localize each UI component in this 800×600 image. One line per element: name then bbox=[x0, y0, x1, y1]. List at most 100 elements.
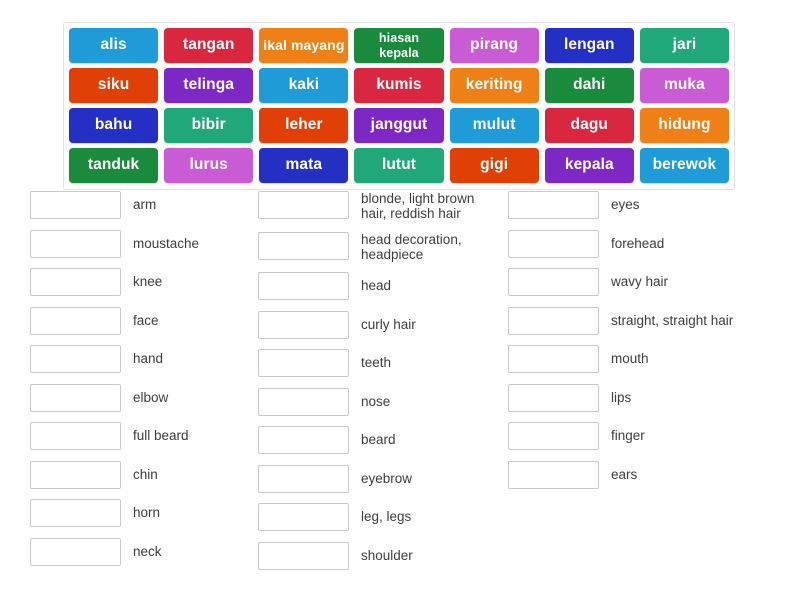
answer-item: ears bbox=[508, 460, 800, 489]
word-tile[interactable]: lurus bbox=[164, 148, 254, 183]
answer-label: blonde, light brown hair, reddish hair bbox=[361, 191, 475, 221]
word-tile[interactable]: lengan bbox=[544, 28, 634, 63]
word-tile[interactable]: hidung bbox=[639, 108, 729, 143]
answer-drop-slot[interactable] bbox=[30, 345, 121, 373]
answer-label: teeth bbox=[361, 355, 392, 370]
answer-label: straight, straight hair bbox=[611, 312, 734, 328]
answer-label: leg, legs bbox=[361, 509, 412, 524]
answer-drop-slot[interactable] bbox=[30, 191, 121, 219]
word-tile[interactable]: muka bbox=[639, 68, 729, 103]
answer-item: eyes bbox=[508, 191, 800, 219]
answer-item: forehead bbox=[508, 229, 800, 258]
answer-item: head decoration, headpiece bbox=[258, 231, 503, 262]
word-tile[interactable]: kaki bbox=[259, 68, 349, 103]
word-tile[interactable]: jari bbox=[639, 28, 729, 63]
answer-drop-slot[interactable] bbox=[30, 229, 121, 258]
answer-label: lips bbox=[611, 389, 632, 405]
word-tile[interactable]: ikal mayang bbox=[259, 28, 349, 63]
answer-drop-slot[interactable] bbox=[30, 268, 121, 296]
answer-label: beard bbox=[361, 432, 396, 447]
answer-drop-slot[interactable] bbox=[508, 229, 599, 258]
answer-drop-slot[interactable] bbox=[30, 499, 121, 527]
word-tile[interactable]: kumis bbox=[354, 68, 444, 103]
answer-drop-slot[interactable] bbox=[258, 349, 349, 377]
answer-label: shoulder bbox=[361, 547, 413, 563]
word-tile[interactable]: berewok bbox=[639, 148, 729, 183]
answer-item: curly hair bbox=[258, 310, 503, 339]
word-tile[interactable]: bibir bbox=[164, 108, 254, 143]
answer-drop-slot[interactable] bbox=[258, 231, 349, 260]
answer-label: mouth bbox=[611, 351, 649, 366]
word-tile[interactable]: pirang bbox=[449, 28, 539, 63]
tile-row: siku telinga kaki kumis keriting dahi muka bbox=[69, 68, 729, 103]
word-tile[interactable]: alis bbox=[69, 28, 159, 63]
word-tile[interactable]: dahi bbox=[544, 68, 634, 103]
answer-drop-slot[interactable] bbox=[508, 422, 599, 450]
word-tile[interactable]: siku bbox=[69, 68, 159, 103]
answer-drop-slot[interactable] bbox=[258, 387, 349, 416]
answer-drop-slot[interactable] bbox=[508, 191, 599, 219]
answer-column-1: arm moustache knee face hand elbow full beard c… bbox=[0, 191, 253, 580]
word-tile[interactable]: bahu bbox=[69, 108, 159, 143]
word-tile[interactable]: lutut bbox=[354, 148, 444, 183]
answer-label: hand bbox=[133, 351, 164, 366]
word-tile[interactable]: keriting bbox=[449, 68, 539, 103]
answer-drop-slot[interactable] bbox=[30, 383, 121, 412]
answer-item: arm bbox=[30, 191, 253, 219]
word-tile[interactable]: mata bbox=[259, 148, 349, 183]
answer-drop-slot[interactable] bbox=[508, 345, 599, 373]
answer-label: forehead bbox=[611, 235, 665, 251]
answer-label: horn bbox=[133, 505, 161, 520]
answer-item: straight, straight hair bbox=[508, 306, 800, 335]
answer-drop-slot[interactable] bbox=[258, 503, 349, 531]
answer-item: teeth bbox=[258, 349, 503, 377]
answer-item: hand bbox=[30, 345, 253, 373]
answer-label: eyes bbox=[611, 197, 640, 212]
answer-drop-slot[interactable] bbox=[30, 460, 121, 489]
answer-label: arm bbox=[133, 197, 157, 212]
answer-drop-slot[interactable] bbox=[258, 464, 349, 493]
word-tile[interactable]: mulut bbox=[449, 108, 539, 143]
answer-label: neck bbox=[133, 543, 162, 559]
answer-label: ears bbox=[611, 466, 638, 482]
answer-drop-slot[interactable] bbox=[508, 268, 599, 296]
word-tile[interactable]: hiasan kepala bbox=[354, 28, 444, 63]
tile-row: tanduk lurus mata lutut gigi kepala berewok bbox=[69, 148, 729, 183]
tile-row: bahu bibir leher janggut mulut dagu hidung bbox=[69, 108, 729, 143]
answer-label: finger bbox=[611, 428, 645, 443]
answer-item: finger bbox=[508, 422, 800, 450]
word-tile[interactable]: dagu bbox=[544, 108, 634, 143]
answer-drop-slot[interactable] bbox=[258, 191, 349, 219]
answer-label: full beard bbox=[133, 428, 189, 443]
word-tile[interactable]: leher bbox=[259, 108, 349, 143]
answer-item: mouth bbox=[508, 345, 800, 373]
answer-item: eyebrow bbox=[258, 464, 503, 493]
answer-label: head bbox=[361, 278, 392, 293]
word-tile[interactable]: gigi bbox=[449, 148, 539, 183]
answer-drop-slot[interactable] bbox=[30, 422, 121, 450]
answer-drop-slot[interactable] bbox=[258, 272, 349, 300]
word-tile-bank: alis tangan ikal mayang hiasan kepala pirang… bbox=[63, 22, 735, 190]
answer-label: curly hair bbox=[361, 316, 416, 332]
word-tile[interactable]: janggut bbox=[354, 108, 444, 143]
answer-drop-slot[interactable] bbox=[508, 460, 599, 489]
answer-item: full beard bbox=[30, 422, 253, 450]
answer-drop-slot[interactable] bbox=[508, 306, 599, 335]
answer-label: knee bbox=[133, 274, 163, 289]
answer-drop-slot[interactable] bbox=[30, 306, 121, 335]
word-tile[interactable]: kepala bbox=[544, 148, 634, 183]
answer-label: eyebrow bbox=[361, 470, 413, 486]
answer-drop-slot[interactable] bbox=[258, 310, 349, 339]
answer-label: wavy hair bbox=[611, 274, 669, 289]
answer-drop-slot[interactable] bbox=[30, 537, 121, 566]
answer-drop-slot[interactable] bbox=[258, 541, 349, 570]
answer-item: leg, legs bbox=[258, 503, 503, 531]
answer-item: moustache bbox=[30, 229, 253, 258]
answer-label: elbow bbox=[133, 389, 169, 405]
word-tile[interactable]: tangan bbox=[164, 28, 254, 63]
word-tile[interactable]: tanduk bbox=[69, 148, 159, 183]
answer-drop-slot[interactable] bbox=[508, 383, 599, 412]
tile-row: alis tangan ikal mayang hiasan kepala pirang… bbox=[69, 28, 729, 63]
word-tile[interactable]: telinga bbox=[164, 68, 254, 103]
answer-drop-slot[interactable] bbox=[258, 426, 349, 454]
